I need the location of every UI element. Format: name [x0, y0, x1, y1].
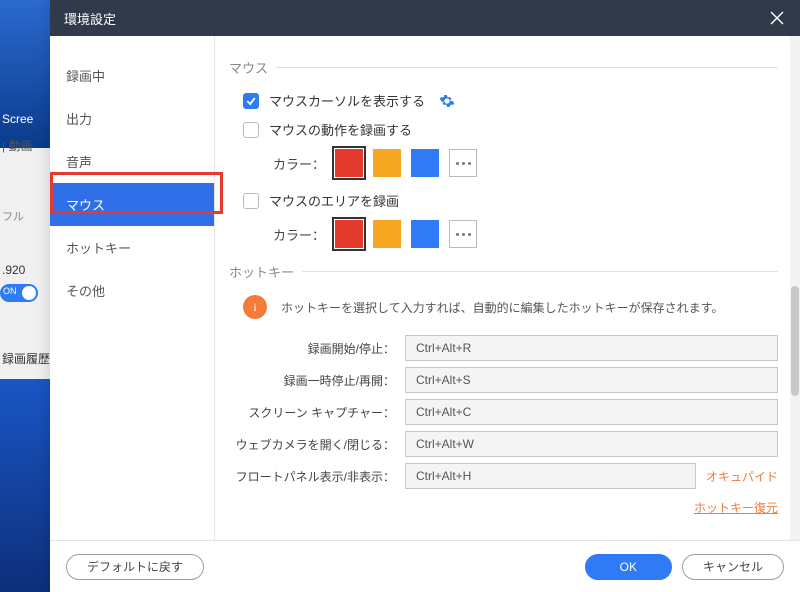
info-icon: i — [243, 295, 267, 319]
sidebar-item-output[interactable]: 出力 — [50, 97, 214, 140]
defaults-button[interactable]: デフォルトに戻す — [66, 554, 204, 580]
color-red-2[interactable] — [335, 220, 363, 248]
color-orange-2[interactable] — [373, 220, 401, 248]
color-label-1: カラー： — [273, 154, 325, 173]
bg-toggle-label: ON — [3, 286, 17, 296]
bg-screen-label: Scree — [2, 112, 33, 126]
cancel-button[interactable]: キャンセル — [682, 554, 784, 580]
checkbox-record-actions[interactable] — [243, 122, 259, 138]
content-pane: マウス マウスカーソルを表示する マウスの動作を録画する カラー： — [215, 36, 800, 540]
label-record-actions: マウスの動作を録画する — [269, 120, 412, 139]
preferences-dialog: 環境設定 録画中 出力 音声 マウス ホットキー その他 マウス マウスカーソル… — [50, 0, 800, 592]
hk-input-start[interactable] — [405, 335, 778, 361]
hotkey-restore-link[interactable]: ホットキー復元 — [694, 501, 778, 515]
color-more-2[interactable] — [449, 220, 477, 248]
hk-label-webcam: ウェブカメラを開く/閉じる： — [229, 436, 405, 453]
scrollbar-thumb[interactable] — [791, 286, 799, 396]
color-blue-2[interactable] — [411, 220, 439, 248]
checkbox-record-area[interactable] — [243, 193, 259, 209]
color-blue-1[interactable] — [411, 149, 439, 177]
sidebar-item-hotkey[interactable]: ホットキー — [50, 226, 214, 269]
hk-input-pause[interactable] — [405, 367, 778, 393]
section-hotkey-label: ホットキー — [229, 262, 294, 281]
section-hotkey: ホットキー — [229, 262, 778, 281]
label-show-cursor: マウスカーソルを表示する — [269, 91, 425, 110]
hotkey-info-text: ホットキーを選択して入力すれば、自動的に編集したホットキーが保存されます。 — [281, 299, 723, 316]
color-more-1[interactable] — [449, 149, 477, 177]
checkbox-show-cursor[interactable] — [243, 93, 259, 109]
scrollbar[interactable] — [790, 36, 800, 540]
section-mouse-label: マウス — [229, 58, 268, 77]
titlebar: 環境設定 — [50, 0, 800, 36]
footer: デフォルトに戻す OK キャンセル — [50, 540, 800, 592]
ok-button[interactable]: OK — [585, 554, 672, 580]
section-mouse: マウス — [229, 58, 778, 77]
label-record-area: マウスのエリアを録画 — [269, 191, 399, 210]
hk-label-float: フロートパネル表示/非表示： — [229, 468, 405, 485]
dialog-title: 環境設定 — [64, 9, 116, 28]
occupied-label: オキュパイド — [706, 468, 778, 485]
bg-full-label: フル — [2, 208, 24, 224]
hk-input-float[interactable] — [405, 463, 696, 489]
hk-input-webcam[interactable] — [405, 431, 778, 457]
gear-icon[interactable] — [439, 93, 455, 109]
hk-input-capture[interactable] — [405, 399, 778, 425]
hk-label-capture: スクリーン キャプチャー： — [229, 404, 405, 421]
color-red-1[interactable] — [335, 149, 363, 177]
hk-label-pause: 録画一時停止/再開： — [229, 372, 405, 389]
sidebar: 録画中 出力 音声 マウス ホットキー その他 — [50, 36, 215, 540]
sidebar-item-mouse[interactable]: マウス — [50, 183, 214, 226]
bg-history-label: 録画履歴 — [2, 350, 50, 367]
sidebar-item-recording[interactable]: 録画中 — [50, 54, 214, 97]
hk-label-start: 録画開始/停止： — [229, 340, 405, 357]
close-icon[interactable] — [768, 9, 786, 27]
bg-video-label: | 動画 — [2, 137, 32, 154]
sidebar-item-other[interactable]: その他 — [50, 269, 214, 312]
sidebar-item-audio[interactable]: 音声 — [50, 140, 214, 183]
bg-resolution: .920 — [2, 263, 25, 277]
color-orange-1[interactable] — [373, 149, 401, 177]
color-label-2: カラー： — [273, 225, 325, 244]
